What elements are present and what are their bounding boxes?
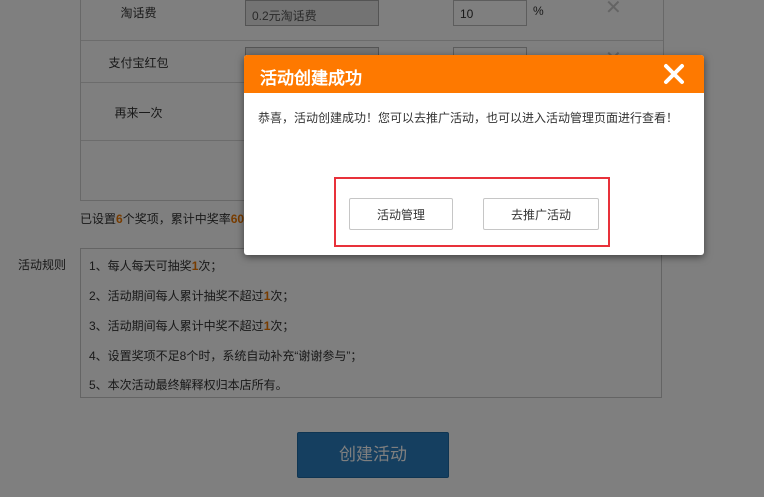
close-icon[interactable] xyxy=(662,61,686,87)
dialog-title: 活动创建成功 xyxy=(260,69,362,88)
success-dialog: 活动创建成功 恭喜，活动创建成功！您可以去推广活动，也可以进入活动管理页面进行查… xyxy=(244,55,704,255)
promote-activity-button[interactable]: 去推广活动 xyxy=(483,198,599,230)
activity-manage-button[interactable]: 活动管理 xyxy=(349,198,453,230)
dialog-message: 恭喜，活动创建成功！您可以去推广活动，也可以进入活动管理页面进行查看！ xyxy=(258,111,679,125)
dialog-header: 活动创建成功 xyxy=(244,55,704,93)
